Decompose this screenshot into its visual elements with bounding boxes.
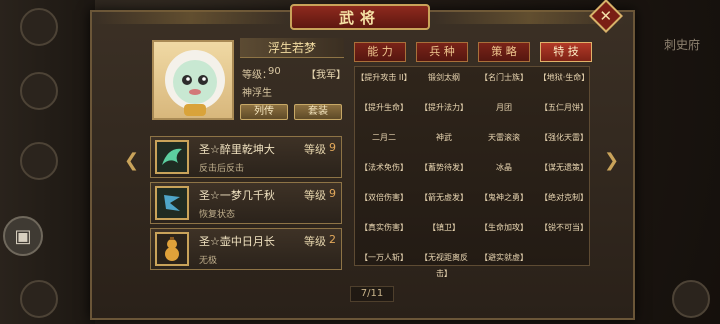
background-avatar — [20, 142, 58, 180]
trait-item[interactable]: 【名门士族】 — [476, 70, 532, 86]
gourd-icon — [155, 232, 189, 266]
skill-description: 无极 — [199, 256, 218, 266]
trait-item[interactable]: 【镇卫】 — [416, 220, 472, 236]
trait-item[interactable]: 【蓄势待发】 — [416, 160, 472, 176]
skill-card[interactable]: 圣☆壶中日月长 等级 2 无极 — [150, 228, 342, 270]
tab-troop[interactable]: 兵 种 — [416, 42, 468, 62]
dragon-icon — [155, 140, 189, 174]
skill-level-label: 等级 — [304, 143, 326, 156]
god-name: 神浮生 — [242, 88, 272, 99]
skill-level-value: 9 — [329, 187, 336, 200]
dialog-title: 武将 — [290, 4, 430, 30]
background-avatar — [20, 8, 58, 46]
trait-item[interactable]: 【一万人斩】 — [356, 250, 412, 266]
trait-item[interactable]: 【生命加攻】 — [476, 220, 532, 236]
outfit-button[interactable]: 套装 — [294, 104, 342, 120]
trait-item[interactable]: 【法术免伤】 — [356, 160, 412, 176]
cube-icon: ▣ — [14, 225, 32, 247]
trait-item[interactable]: 冰晶 — [476, 160, 532, 176]
skill-card[interactable]: 圣☆一梦几千秋 等级 9 恢复状态 — [150, 182, 342, 224]
background-right-text: 刺史府 — [663, 38, 700, 52]
trait-item[interactable]: 【无视距离反击】 — [416, 250, 472, 278]
trait-item[interactable]: 【绝对克制】 — [536, 190, 592, 206]
trait-item[interactable]: 二月二 — [356, 130, 412, 146]
trait-item[interactable]: 【箭无虚发】 — [416, 190, 472, 206]
trait-item[interactable]: 【提升攻击 II】 — [356, 70, 412, 86]
trait-item[interactable]: 【鬼神之勇】 — [476, 190, 532, 206]
skill-level-value: 2 — [329, 233, 336, 246]
trait-item[interactable]: 天雷滚滚 — [476, 130, 532, 146]
skill-name: 圣☆壶中日月长 — [199, 235, 275, 248]
trait-item[interactable]: 神武 — [416, 130, 472, 146]
trait-item[interactable]: 【双倍伤害】 — [356, 190, 412, 206]
general-portrait — [152, 40, 234, 120]
skill-name: 圣☆醉里乾坤大 — [199, 143, 275, 156]
title-ornament-left — [96, 10, 286, 24]
background-avatar — [672, 280, 710, 318]
trait-item[interactable]: 【真实伤害】 — [356, 220, 412, 236]
skill-card[interactable]: 圣☆醉里乾坤大 等级 9 反击后反击 — [150, 136, 342, 178]
background-avatar — [20, 280, 58, 318]
next-general-arrow-icon[interactable]: ❯ — [604, 150, 619, 171]
tab-special-skill[interactable]: 特 技 — [540, 42, 592, 62]
side-menu-button[interactable]: ▣ — [3, 216, 43, 256]
trait-item[interactable]: 月团 — [476, 100, 532, 116]
trait-item[interactable]: 【五仁月饼】 — [536, 100, 592, 116]
trait-item[interactable]: 【避实就虚】 — [476, 250, 532, 266]
skill-description: 反击后反击 — [199, 164, 245, 174]
skill-level-label: 等级 — [304, 189, 326, 202]
background-avatar — [20, 72, 58, 110]
skill-description: 恢复状态 — [199, 210, 236, 220]
trait-item[interactable]: 【谋无遗策】 — [536, 160, 592, 176]
skill-name: 圣☆一梦几千秋 — [199, 189, 275, 202]
calligraphy-icon — [155, 186, 189, 220]
page-indicator: 7/11 — [350, 286, 394, 302]
biography-button[interactable]: 列传 — [240, 104, 288, 120]
faction-label: 【我军】 — [306, 70, 346, 81]
level-value: 90 — [268, 66, 281, 77]
trait-item[interactable]: 【锐不可当】 — [536, 220, 592, 236]
general-name: 浮生若梦 — [240, 38, 344, 58]
tab-ability[interactable]: 能 力 — [354, 42, 406, 62]
tab-strategy[interactable]: 策 略 — [478, 42, 530, 62]
previous-general-arrow-icon[interactable]: ❮ — [124, 150, 139, 171]
trait-item[interactable]: 【强化天雷】 — [536, 130, 592, 146]
skill-level-value: 9 — [329, 141, 336, 154]
skill-level-label: 等级 — [304, 235, 326, 248]
close-icon: ✕ — [599, 6, 613, 25]
trait-item[interactable]: 【地狱·生命】 — [536, 70, 592, 86]
trait-item[interactable]: 锻剑太纲 — [416, 70, 472, 86]
trait-item[interactable]: 【提升法力】 — [416, 100, 472, 116]
trait-item[interactable]: 【提升生命】 — [356, 100, 412, 116]
